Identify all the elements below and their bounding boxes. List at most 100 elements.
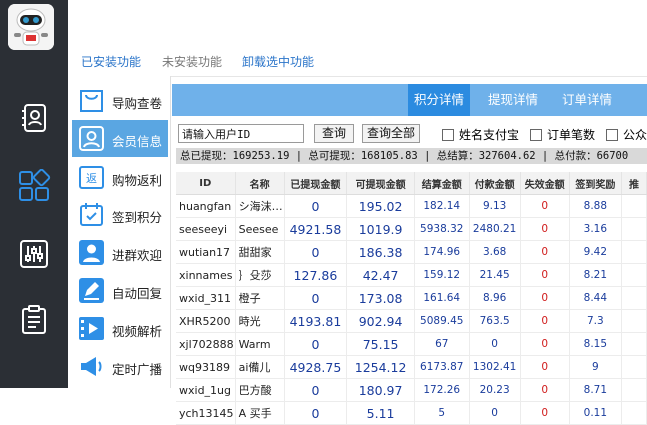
table-cell: 0 (520, 263, 570, 287)
table-cell: 5089.45 (414, 309, 470, 333)
table-row[interactable]: wxid_311 橙子 0 173.08 161.64 8.96 0 8.44 (176, 286, 647, 310)
column-header[interactable]: 失效金额 (520, 172, 570, 195)
auto-reply-icon (79, 278, 104, 303)
column-header[interactable]: 结算金额 (414, 172, 470, 195)
table-row[interactable]: ych13145 A 买手 0 5.11 5 0 0 0.11 (176, 401, 647, 425)
nav-item-video-parse[interactable]: 视频解析 (72, 310, 168, 347)
checkbox-official-account[interactable]: 公众号 (606, 126, 647, 143)
table-cell: xinnames (176, 263, 236, 287)
table-cell: 5.11 (346, 401, 415, 425)
table-cell: 1302.41 (469, 355, 521, 379)
nav-item-auto-reply[interactable]: 自动回复 (72, 272, 168, 309)
table-cell: 0 (520, 286, 570, 310)
table-cell: 8.21 (569, 263, 623, 287)
table-cell: 巴方酸 (235, 378, 285, 402)
table-row[interactable]: xjl702888 Warm 0 75.15 67 0 0 8.15 (176, 332, 647, 356)
nav-item-checkin-points[interactable]: 签到积分 (72, 196, 168, 233)
member-points-table: ID 名称 已提现金额 可提现金额 结算金额 付款金额 失效金额 签到奖励推 huangfan… (176, 172, 647, 425)
nav-item-rebate[interactable]: 返 购物返利 (72, 159, 168, 196)
table-cell: 9.13 (469, 194, 521, 218)
uninstall-selected-link[interactable]: 卸载选中功能 (242, 53, 314, 70)
nav-item-scheduled-broadcast[interactable]: 定时广播 (72, 348, 168, 385)
tab-not-installed[interactable]: 未安装功能 (162, 53, 222, 70)
table-cell: 159.12 (414, 263, 470, 287)
table-cell: 2480.21 (469, 217, 521, 241)
table-cell: 3.16 (569, 217, 623, 241)
table-cell: huangfan (176, 194, 236, 218)
nav-item-member-info[interactable]: 会员信息 (72, 120, 168, 157)
table-cell: 4921.58 (284, 217, 348, 241)
table-row[interactable]: huangfan シ海沫… 0 195.02 182.14 9.13 0 8.88 (176, 194, 647, 218)
column-header[interactable]: 已提现金额 (284, 172, 348, 195)
tab-installed[interactable]: 已安装功能 (81, 53, 141, 70)
user-id-search-input[interactable] (178, 124, 304, 143)
member-content-panel: 积分详情 提现详情 订单详情 查询 查询全部 姓名支付宝 订单笔数 公众号 总已… (172, 84, 647, 425)
checkbox-order-count[interactable]: 订单笔数 (530, 126, 595, 143)
column-header[interactable]: 可提现金额 (346, 172, 415, 195)
table-row[interactable]: seeseeyi Seesee 4921.58 1019.9 5938.32 2480.2… (176, 217, 647, 241)
table-cell: 甜甜家 (235, 240, 285, 264)
column-header[interactable]: 名称 (235, 172, 285, 195)
table-row[interactable]: xinnames ｝殳莎 127.86 42.47 159.12 21.45 0 8.21 (176, 263, 647, 287)
table-cell: wq93189 (176, 355, 236, 379)
video-icon (79, 317, 104, 340)
table-cell (621, 263, 647, 287)
table-cell: 186.38 (346, 240, 415, 264)
table-row[interactable]: XHR5200 時光 4193.81 902.94 5089.45 763.5 0 7.3 (176, 309, 647, 333)
clipboard-icon[interactable] (14, 300, 54, 340)
tab-order-detail[interactable]: 订单详情 (552, 84, 622, 116)
table-row[interactable]: wxid_1ug 巴方酸 0 180.97 172.26 20.23 0 8.71 (176, 378, 647, 402)
table-cell: ai備儿 (235, 355, 285, 379)
table-cell: 3.68 (469, 240, 521, 264)
table-cell: 75.15 (346, 332, 415, 356)
grid-apps-icon[interactable] (14, 166, 54, 206)
table-cell: 20.23 (469, 378, 521, 402)
column-header[interactable]: ID (176, 172, 236, 195)
nav-item-group-welcome[interactable]: 进群欢迎 (72, 234, 168, 271)
contacts-icon[interactable] (14, 98, 54, 138)
table-cell: シ海沫… (235, 194, 285, 218)
query-all-button[interactable]: 查询全部 (362, 124, 420, 143)
member-icon (79, 126, 104, 151)
table-cell: 1254.12 (346, 355, 415, 379)
table-header-row: ID 名称 已提现金额 可提现金额 结算金额 付款金额 失效金额 签到奖励推 (176, 172, 647, 195)
table-cell (621, 401, 647, 425)
table-cell: 195.02 (346, 194, 415, 218)
query-button[interactable]: 查询 (314, 124, 354, 143)
tab-points-detail[interactable]: 积分详情 (408, 84, 470, 116)
column-header[interactable]: 推 (621, 172, 647, 195)
broadcast-icon (81, 357, 102, 376)
sliders-icon[interactable] (14, 234, 54, 274)
table-cell: xjl702888 (176, 332, 236, 356)
table-cell (621, 217, 647, 241)
table-cell: 8.71 (569, 378, 623, 402)
robot-logo-icon (8, 4, 54, 50)
svg-text:返: 返 (86, 172, 97, 185)
table-cell (621, 286, 647, 310)
table-cell: 21.45 (469, 263, 521, 287)
column-header[interactable]: 付款金额 (469, 172, 521, 195)
table-cell: 0 (469, 401, 521, 425)
column-header[interactable]: 签到奖励 (569, 172, 623, 195)
table-cell: 7.3 (569, 309, 623, 333)
table-cell: ｝殳莎 (235, 263, 285, 287)
tab-withdraw-detail[interactable]: 提现详情 (477, 84, 549, 116)
table-cell: 42.47 (346, 263, 415, 287)
table-cell: 4928.75 (284, 355, 348, 379)
table-cell: 0 (520, 401, 570, 425)
nav-item-shopping-guide[interactable]: 导购查卷 (72, 82, 168, 119)
table-cell: 9.42 (569, 240, 623, 264)
table-cell: 8.96 (469, 286, 521, 310)
detail-subtabs: 积分详情 提现详情 订单详情 (172, 84, 647, 116)
table-cell: 8.15 (569, 332, 623, 356)
table-cell: wutian17 (176, 240, 236, 264)
table-cell: 67 (414, 332, 470, 356)
table-cell: 763.5 (469, 309, 521, 333)
checkbox-name-alipay[interactable]: 姓名支付宝 (442, 126, 519, 143)
table-cell: 180.97 (346, 378, 415, 402)
table-cell: 174.96 (414, 240, 470, 264)
table-cell: 0 (520, 309, 570, 333)
table-row[interactable]: wutian17 甜甜家 0 186.38 174.96 3.68 0 9.42 (176, 240, 647, 264)
table-row[interactable]: wq93189 ai備儿 4928.75 1254.12 6173.87 1302.41 0… (176, 355, 647, 379)
table-cell: Warm (235, 332, 285, 356)
